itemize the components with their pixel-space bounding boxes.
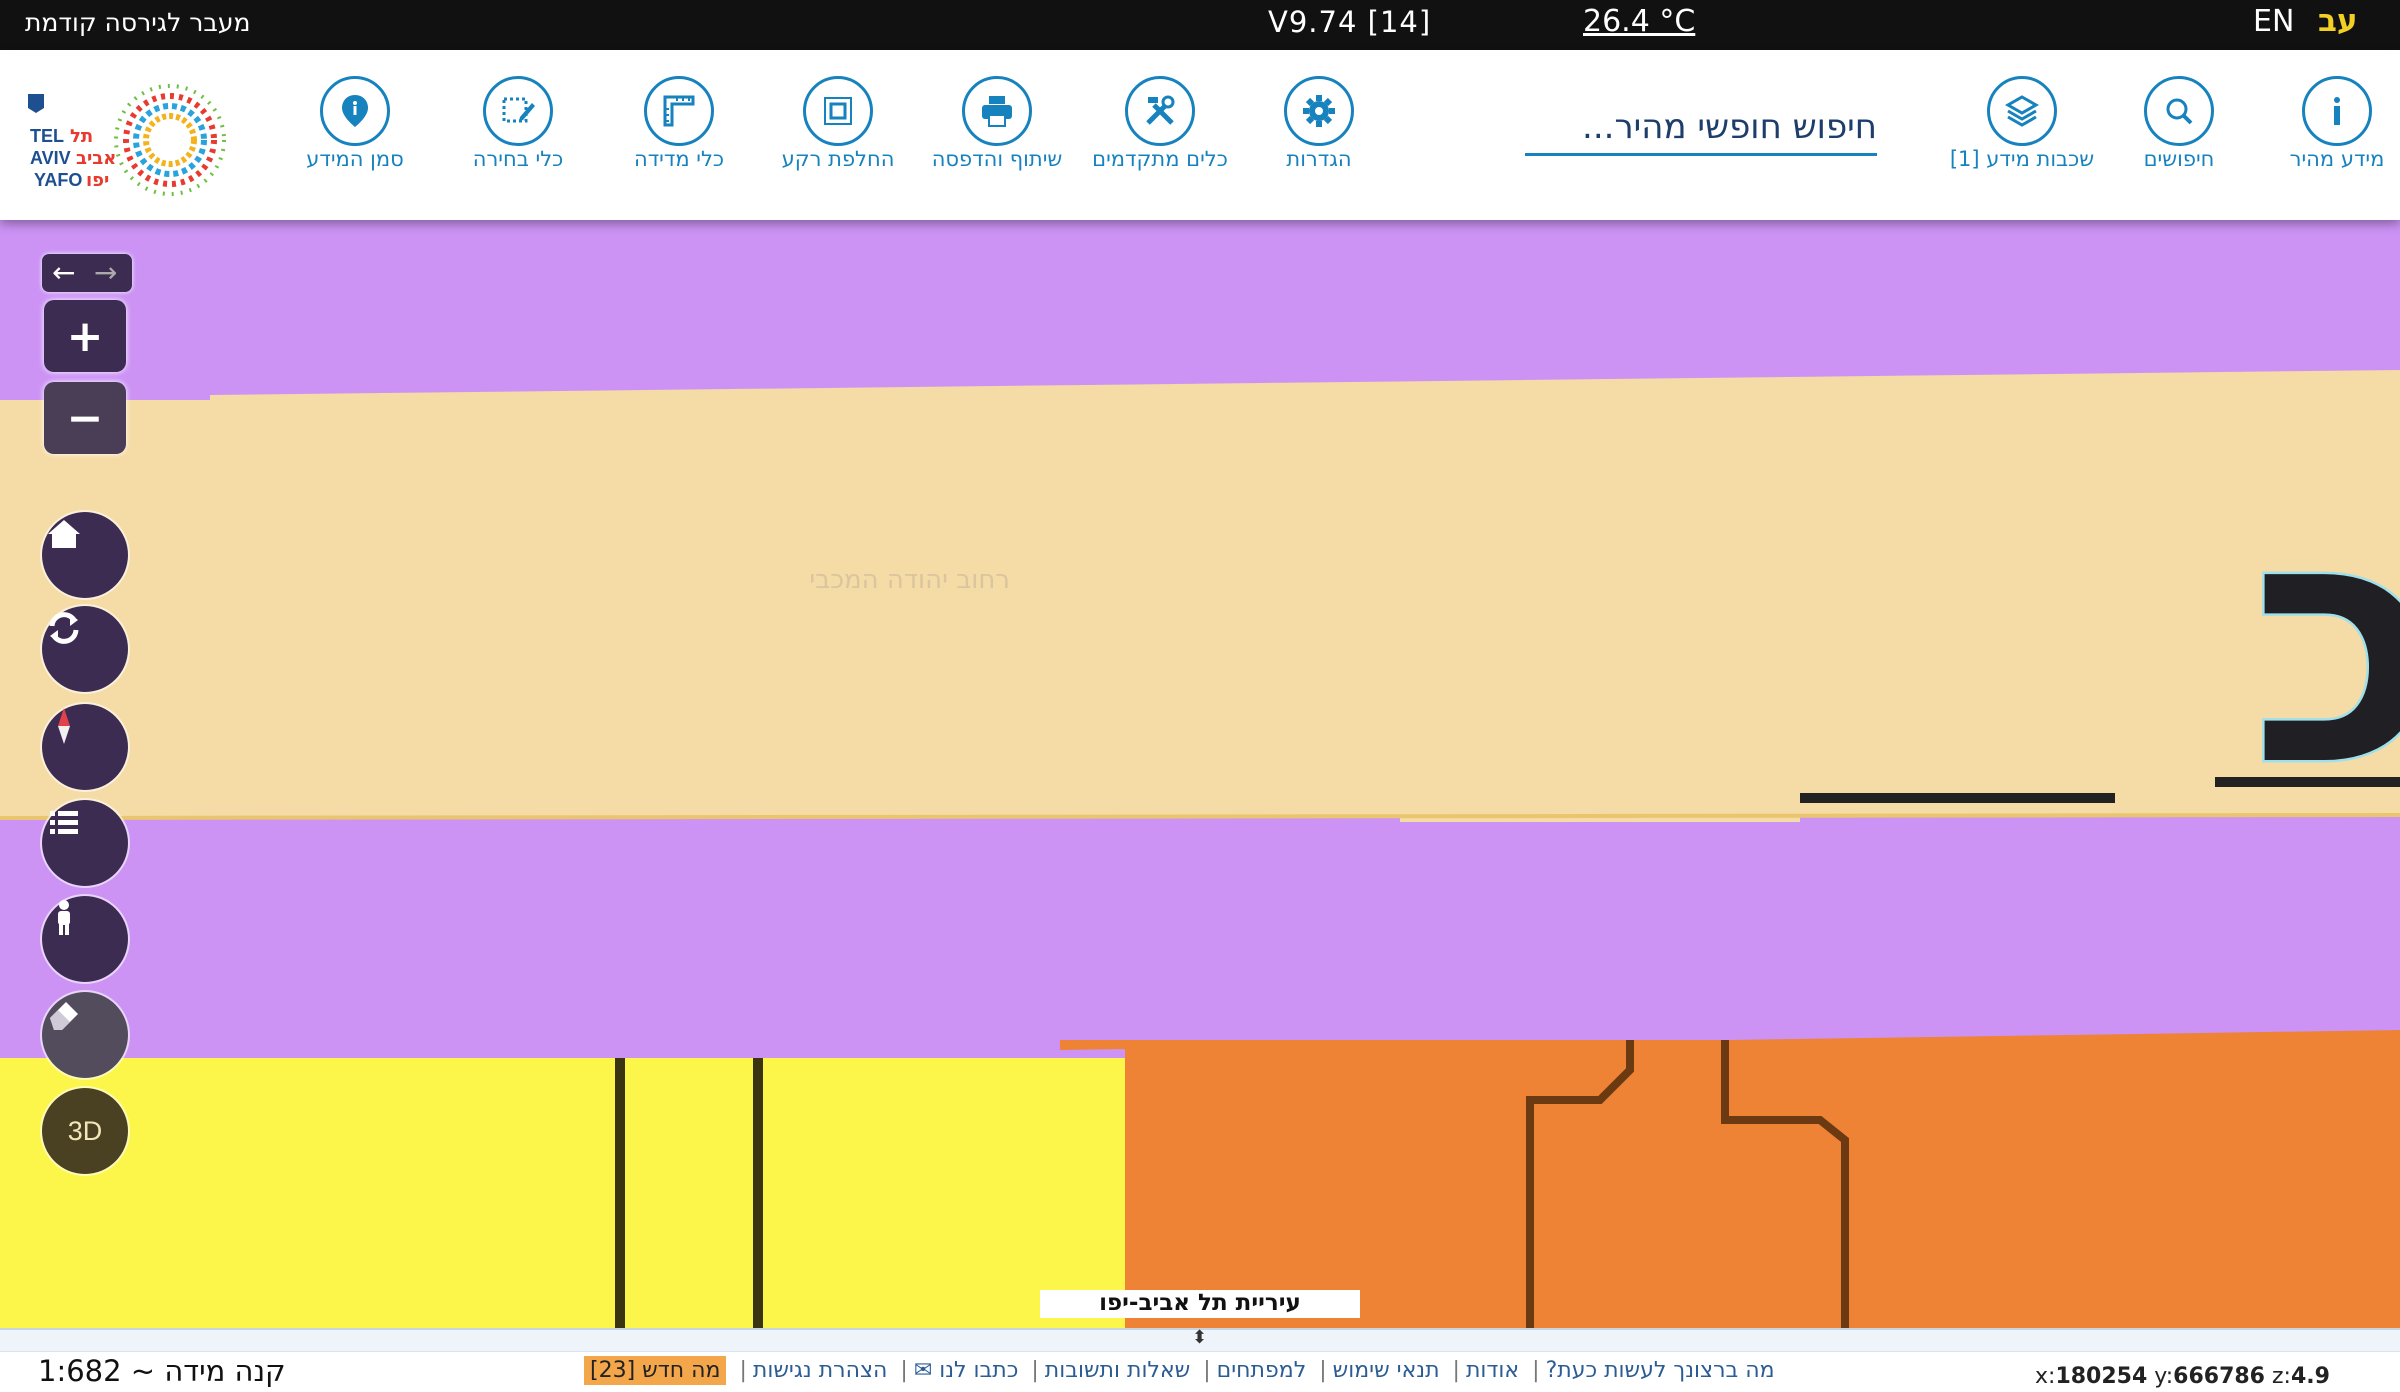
- select-edit-icon: [483, 76, 553, 146]
- advanced-tools-label: כלים מתקדמים: [1092, 147, 1228, 171]
- language-he-button[interactable]: עב: [2318, 3, 2358, 39]
- basemap-switch-tool[interactable]: החלפת רקע: [763, 76, 913, 172]
- footer-link-what-to-do[interactable]: מה ברצונך לעשות כעת?: [1546, 1358, 1775, 1383]
- info-pin-icon: [320, 76, 390, 146]
- x-coordinate: 180254: [2055, 1364, 2148, 1389]
- footer-link-developers[interactable]: למפתחים: [1217, 1358, 1307, 1383]
- eraser-icon: [50, 1002, 78, 1030]
- quick-info-label: מידע מהיר: [2289, 147, 2385, 171]
- settings-tool[interactable]: הגדרות: [1244, 76, 1394, 172]
- quick-search: [1525, 102, 1877, 156]
- temperature-link[interactable]: 26.4 °C: [1583, 4, 1695, 39]
- street-label: יהודה המכ: [2250, 445, 2400, 841]
- zoom-level-label: z:: [2272, 1364, 2291, 1389]
- layers-square-icon: [803, 76, 873, 146]
- svg-text:יפו: יפו: [86, 170, 109, 191]
- map-caption: עיריית תל אביב-יפו: [1040, 1290, 1360, 1318]
- previous-version-link[interactable]: מעבר לגירסה קודמת: [25, 8, 250, 37]
- scale-readout: קנה מידה ~ 1:682: [38, 1354, 286, 1388]
- home-icon: [48, 520, 80, 548]
- tel-aviv-logo[interactable]: TEL תל AVIV אביב YAFO יפו: [20, 80, 250, 205]
- refresh-icon: [49, 612, 79, 644]
- printer-icon: [962, 76, 1032, 146]
- legend-button[interactable]: [42, 800, 128, 886]
- eraser-button[interactable]: [42, 992, 128, 1078]
- searches-tool[interactable]: חיפושים: [2104, 76, 2254, 172]
- share-print-label: שיתוף והדפסה: [931, 147, 1063, 171]
- compass-button[interactable]: [42, 704, 128, 790]
- compass-icon: [58, 708, 70, 744]
- footer-link-faq[interactable]: שאלות ותשובות: [1045, 1358, 1190, 1383]
- info-pin-label: סמן המידע: [306, 147, 404, 171]
- footer-link-accessibility[interactable]: הצהרת נגישות: [753, 1358, 888, 1383]
- map-canvas[interactable]: רחוב יהודה המכבי יהודה המכ ← → + − 3D: [0, 220, 2400, 1328]
- selection-tool-label: כלי בחירה: [472, 147, 564, 171]
- top-bar: מעבר לגירסה קודמת V9.74 [14] 26.4 °C EN …: [0, 0, 2400, 50]
- whats-new-badge[interactable]: מה חדש [23]: [584, 1356, 727, 1385]
- history-nav: ← →: [42, 254, 132, 292]
- x-coordinate-label: x:: [2035, 1364, 2056, 1389]
- share-print-tool[interactable]: שיתוף והדפסה: [922, 76, 1072, 172]
- version-label: V9.74 [14]: [1268, 5, 1432, 39]
- svg-text:YAFO: YAFO: [34, 170, 82, 190]
- layers-stack-icon: [1987, 76, 2057, 146]
- footer-link-contact[interactable]: כתבו לנו ✉: [914, 1358, 1019, 1383]
- list-icon: [50, 811, 78, 834]
- zoom-in-button[interactable]: +: [44, 300, 126, 372]
- street-view-button[interactable]: [42, 896, 128, 982]
- refresh-button[interactable]: [42, 606, 128, 692]
- quick-search-input[interactable]: [1525, 102, 1877, 152]
- expand-arrows-icon: ⬍: [1192, 1327, 1208, 1348]
- footer-link-terms[interactable]: תנאי שימוש: [1333, 1358, 1440, 1383]
- ruler-icon: [644, 76, 714, 146]
- measure-tool[interactable]: כלי מדידה: [604, 76, 754, 172]
- y-coordinate-label: y:: [2154, 1364, 2174, 1389]
- pegman-icon: [58, 900, 70, 935]
- language-en-button[interactable]: EN: [2253, 4, 2294, 39]
- forward-arrow-button[interactable]: →: [94, 256, 117, 289]
- map-tiles: רחוב יהודה המכבי יהודה המכ: [0, 220, 2400, 1328]
- info-pin-tool[interactable]: סמן המידע: [280, 76, 430, 172]
- basemap-switch-label: החלפת רקע: [781, 147, 895, 171]
- y-coordinate: 666786: [2173, 1364, 2265, 1389]
- selection-tool[interactable]: כלי בחירה: [443, 76, 593, 172]
- info-layers-label: שכבות מידע [1]: [1949, 147, 2095, 171]
- faint-street-label: רחוב יהודה המכבי: [809, 565, 1010, 595]
- info-icon: [2302, 76, 2372, 146]
- zoom-out-button[interactable]: −: [44, 382, 126, 454]
- main-toolbar: TEL תל AVIV אביב YAFO יפו סמן המידע כלי …: [0, 50, 2400, 220]
- back-arrow-button[interactable]: ←: [52, 256, 75, 289]
- footer-links: מה ברצונך לעשות כעת?| אודות| תנאי שימוש|…: [578, 1356, 1781, 1385]
- svg-text:תל: תל: [70, 126, 93, 147]
- info-layers-tool[interactable]: שכבות מידע [1]: [1947, 76, 2097, 172]
- gear-icon: [1284, 76, 1354, 146]
- home-button[interactable]: [42, 512, 128, 598]
- svg-text:AVIV: AVIV: [30, 148, 71, 168]
- zoom-level: 4.9: [2290, 1364, 2330, 1389]
- quick-info-tool[interactable]: מידע מהיר: [2262, 76, 2400, 172]
- three-d-button[interactable]: 3D: [42, 1088, 128, 1174]
- measure-tool-label: כלי מדידה: [633, 147, 725, 171]
- advanced-tools[interactable]: כלים מתקדמים: [1085, 76, 1235, 172]
- searches-label: חיפושים: [2143, 147, 2215, 171]
- status-footer: ⬍ קנה מידה ~ 1:682 מה ברצונך לעשות כעת?|…: [0, 1327, 2400, 1392]
- footer-resize-handle[interactable]: ⬍: [0, 1327, 2400, 1352]
- svg-text:TEL: TEL: [30, 126, 64, 146]
- svg-text:אביב: אביב: [76, 148, 116, 169]
- search-icon: [2144, 76, 2214, 146]
- settings-label: הגדרות: [1286, 147, 1352, 171]
- coordinates-readout: x:180254 y:666786 z:4.9: [2035, 1364, 2330, 1389]
- tools-icon: [1125, 76, 1195, 146]
- footer-link-about[interactable]: אודות: [1466, 1358, 1519, 1383]
